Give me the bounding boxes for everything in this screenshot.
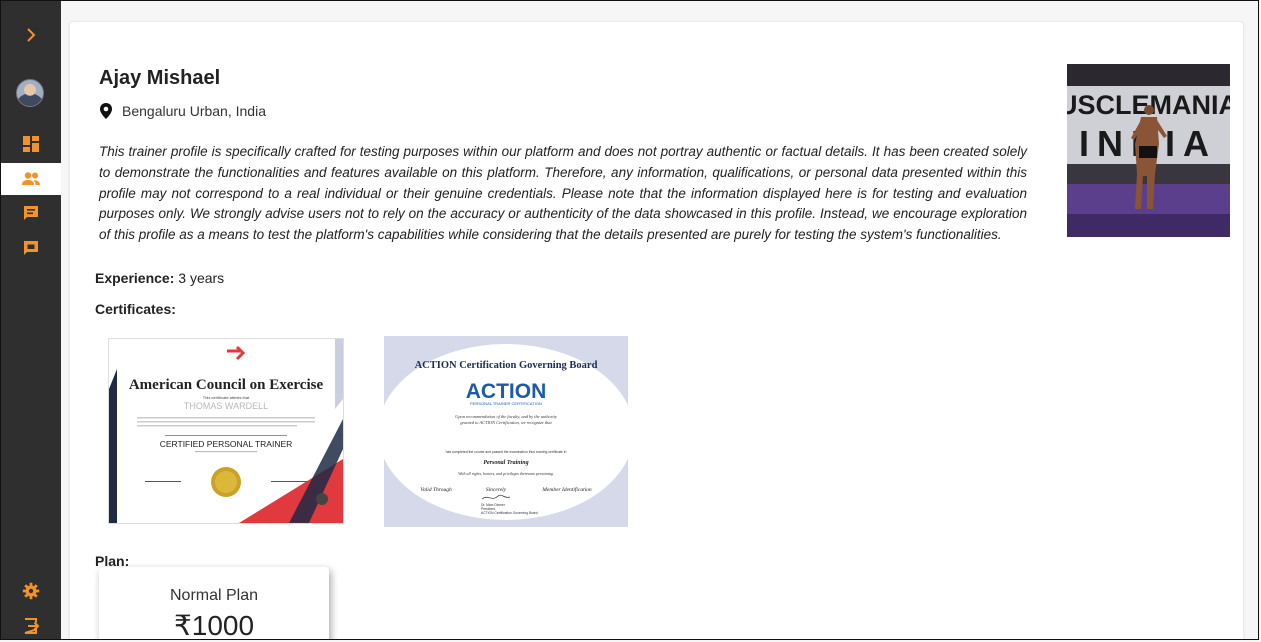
photo-banner-text: USCLEMANIA — [1067, 90, 1230, 120]
trainer-location: Bengaluru Urban, India — [99, 102, 266, 120]
certificate-action-valid: Valid Through — [420, 487, 452, 493]
main-content: Ajay Mishael Bengaluru Urban, India This… — [61, 1, 1258, 640]
location-pin-icon — [100, 103, 112, 119]
location-text: Bengaluru Urban, India — [122, 103, 266, 119]
certificate-action-logo-sub: PERSONAL TRAINER CERTIFICATION — [470, 401, 542, 406]
certificates-label: Certificates: — [95, 301, 176, 317]
certificate-action-header: ACTION Certification Governing Board — [415, 360, 598, 371]
trainer-photo-image: USCLEMANIA INDIA — [1067, 64, 1230, 237]
plan-price: ₹1000 — [173, 610, 255, 640]
sidebar-item-settings[interactable] — [1, 576, 61, 606]
gear-icon — [22, 582, 40, 600]
trainer-description: This trainer profile is specifically cra… — [99, 144, 1027, 243]
sidebar-expand-button[interactable] — [1, 20, 61, 50]
certificate-action-signer-org: ACTION Certification Governing Board — [481, 511, 538, 515]
feedback-icon — [24, 241, 38, 255]
certificate-ace-graphic: American Council on Exercise This certif… — [109, 339, 343, 523]
experience-label: Experience: — [95, 270, 175, 286]
certificate-image-action[interactable]: ACTION Certification Governing Board ACT… — [384, 336, 628, 527]
sidebar-item-dashboard[interactable] — [1, 129, 61, 159]
certificate-image-ace[interactable]: American Council on Exercise This certif… — [108, 338, 344, 524]
certificate-ace-org: American Council on Exercise — [129, 377, 324, 393]
sidebar-item-logout[interactable] — [1, 611, 61, 641]
logout-icon — [24, 618, 40, 634]
certificate-action-member: Member Identification — [541, 486, 592, 493]
dashboard-icon — [23, 136, 39, 152]
plan-card-normal[interactable]: Normal Plan ₹1000 — [99, 567, 329, 640]
experience-value: 3 years — [178, 270, 225, 286]
certificate-ace-small: This certificate attests that — [203, 395, 250, 400]
trainer-photo: USCLEMANIA INDIA — [1067, 64, 1230, 237]
certificate-action-graphic: ACTION Certification Governing Board ACT… — [384, 336, 628, 527]
plan-name: Normal Plan — [169, 587, 259, 604]
certificate-action-logo: ACTION — [466, 380, 547, 403]
certificate-ace-holder: THOMAS WARDELL — [184, 401, 268, 411]
sidebar — [1, 1, 61, 640]
people-icon — [22, 172, 40, 185]
sidebar-item-feedback[interactable] — [1, 233, 61, 263]
certificate-action-sincerely: Sincerely — [486, 487, 507, 493]
trainer-profile-card: Ajay Mishael Bengaluru Urban, India This… — [69, 21, 1244, 640]
sidebar-item-trainers[interactable] — [1, 163, 61, 195]
certificate-ace-title: CERTIFIED PERSONAL TRAINER — [160, 439, 293, 449]
trainer-name: Ajay Mishael — [99, 67, 221, 89]
message-icon — [24, 206, 38, 220]
chevron-right-icon — [27, 28, 36, 42]
avatar[interactable] — [16, 79, 44, 107]
certificate-action-field: Personal Training — [483, 460, 528, 466]
experience: Experience: 3 years — [95, 270, 224, 286]
certificate-action-line3: has completed the course and passed the … — [446, 450, 567, 454]
sidebar-item-messages[interactable] — [1, 198, 61, 228]
